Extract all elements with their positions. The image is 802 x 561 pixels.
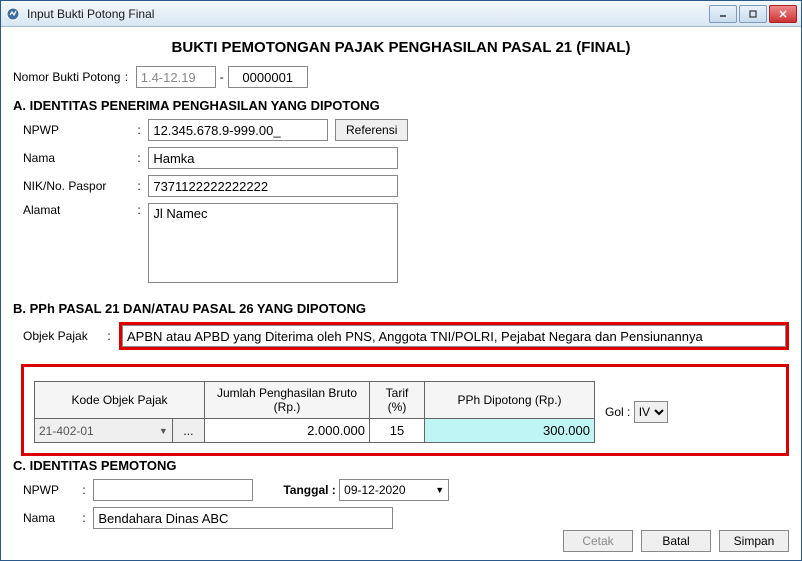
nomor-prefix-field (136, 66, 216, 88)
pemotong-npwp-label: NPWP (23, 483, 78, 497)
window-controls (709, 5, 797, 23)
alamat-field[interactable]: Jl Namec (148, 203, 398, 283)
section-a-title: A. IDENTITAS PENERIMA PENGHASILAN YANG D… (13, 98, 789, 113)
minimize-button[interactable] (709, 5, 737, 23)
dipotong-field[interactable] (425, 419, 594, 442)
section-b-title: B. PPh PASAL 21 DAN/ATAU PASAL 26 YANG D… (13, 301, 789, 316)
table-highlight: Kode Objek Pajak Jumlah Penghasilan Brut… (21, 364, 789, 456)
tarif-field[interactable] (370, 419, 424, 442)
pemotong-npwp-field[interactable] (93, 479, 253, 501)
cetak-button: Cetak (563, 530, 633, 552)
window-title: Input Bukti Potong Final (27, 7, 709, 21)
objek-highlight (119, 322, 789, 350)
pemotong-nama-label: Nama (23, 511, 78, 525)
tanggal-value: 09-12-2020 (344, 483, 405, 497)
gol-select[interactable]: IV (634, 401, 668, 423)
pemotong-nama-field[interactable] (93, 507, 393, 529)
simpan-button[interactable]: Simpan (719, 530, 789, 552)
tax-table: Kode Objek Pajak Jumlah Penghasilan Brut… (34, 381, 595, 443)
nomor-row: Nomor Bukti Potong : - (13, 66, 789, 88)
content-area: BUKTI PEMOTONGAN PAJAK PENGHASILAN PASAL… (1, 27, 801, 543)
objek-pajak-field[interactable] (122, 325, 786, 347)
page-title: BUKTI PEMOTONGAN PAJAK PENGHASILAN PASAL… (13, 39, 789, 56)
batal-button[interactable]: Batal (641, 530, 711, 552)
app-window: Input Bukti Potong Final BUKTI PEMOTONGA… (0, 0, 802, 561)
kode-value: 21-402-01 (39, 424, 94, 438)
referensi-button[interactable]: Referensi (335, 119, 408, 141)
colon: : (120, 70, 132, 84)
nomor-value-field[interactable] (228, 66, 308, 88)
nik-row: NIK/No. Paspor : (23, 175, 789, 197)
npwp-row: NPWP : Referensi (23, 119, 789, 141)
titlebar: Input Bukti Potong Final (1, 1, 801, 27)
section-c-title: C. IDENTITAS PEMOTONG (13, 458, 789, 473)
th-kode: Kode Objek Pajak (35, 382, 205, 419)
dash: - (220, 70, 224, 84)
action-buttons: Cetak Batal Simpan (563, 530, 789, 552)
gol-label: Gol : (605, 405, 630, 419)
nik-label: NIK/No. Paspor (23, 179, 133, 193)
pemotong-nama-row: Nama : (23, 507, 789, 529)
kode-dropdown[interactable]: 21-402-01 ▼ (35, 419, 172, 442)
table-header-row: Kode Objek Pajak Jumlah Penghasilan Brut… (35, 382, 595, 419)
npwp-field[interactable] (148, 119, 328, 141)
th-tarif: Tarif (%) (370, 382, 425, 419)
th-dipotong: PPh Dipotong (Rp.) (425, 382, 595, 419)
chevron-down-icon: ▼ (435, 485, 444, 495)
npwp-label: NPWP (23, 123, 133, 137)
bruto-field[interactable] (205, 419, 369, 442)
close-button[interactable] (769, 5, 797, 23)
tanggal-picker[interactable]: 09-12-2020 ▼ (339, 479, 449, 501)
app-icon (5, 6, 21, 22)
objek-label: Objek Pajak (23, 329, 103, 343)
nik-field[interactable] (148, 175, 398, 197)
tanggal-label: Tanggal : (283, 483, 335, 497)
alamat-label: Alamat (23, 203, 133, 217)
nama-field[interactable] (148, 147, 398, 169)
nomor-label: Nomor Bukti Potong (13, 70, 120, 84)
ellipsis-button[interactable]: ... (173, 419, 204, 442)
pemotong-npwp-row: NPWP : Tanggal : 09-12-2020 ▼ (23, 479, 789, 501)
nama-row: Nama : (23, 147, 789, 169)
alamat-row: Alamat : Jl Namec (23, 203, 789, 283)
chevron-down-icon: ▼ (159, 426, 168, 436)
table-row: 21-402-01 ▼ ... (35, 419, 595, 443)
th-bruto: Jumlah Penghasilan Bruto (Rp.) (205, 382, 370, 419)
objek-row: Objek Pajak : (23, 322, 789, 350)
nama-label: Nama (23, 151, 133, 165)
maximize-button[interactable] (739, 5, 767, 23)
